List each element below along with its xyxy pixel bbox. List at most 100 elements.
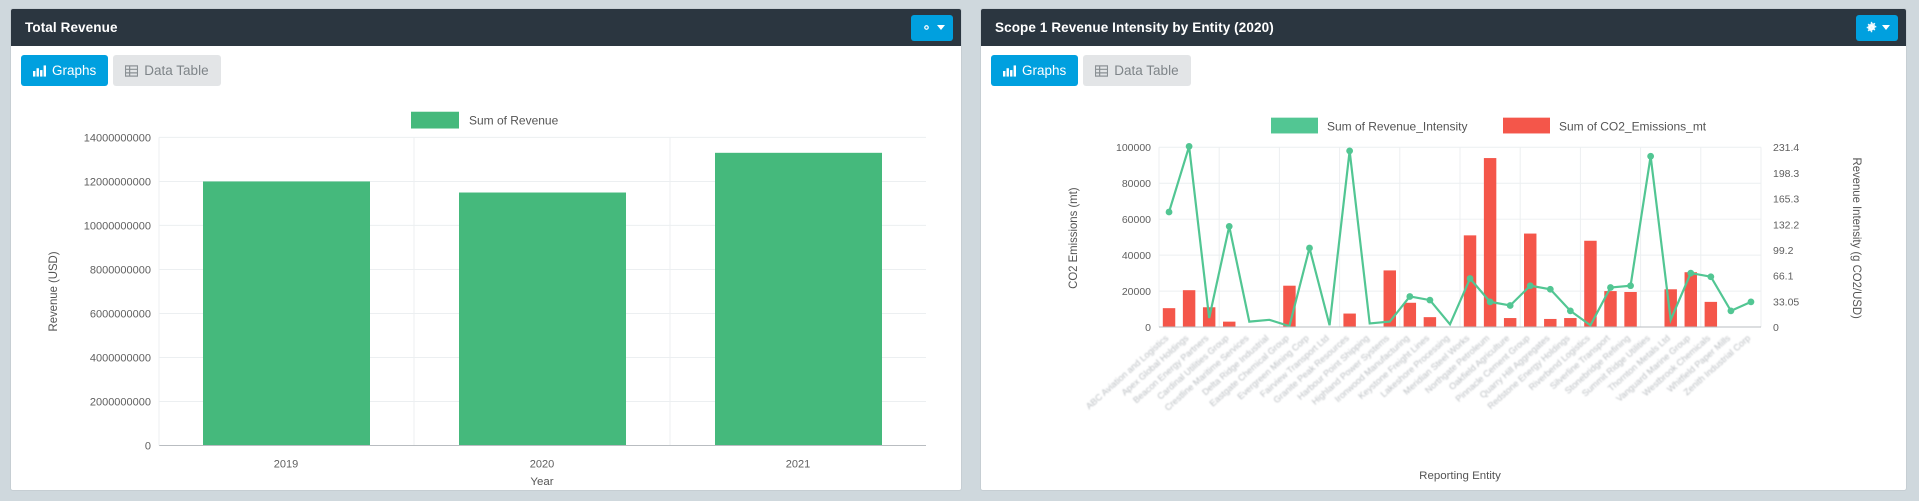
data-point[interactable] (1225, 223, 1233, 230)
tab-data-table[interactable]: Data Table (113, 55, 221, 86)
x-axis-labels: ABC Aviation and LogisticsApex Global Ho… (1084, 333, 1752, 413)
y-tick-label: 14000000000 (84, 132, 151, 144)
y-tick-label: 10000000000 (84, 220, 151, 232)
bar-2021[interactable] (715, 152, 882, 446)
data-point[interactable] (1466, 275, 1474, 282)
bar-co2-emissions[interactable] (1704, 301, 1718, 328)
bar-2019[interactable] (203, 181, 370, 446)
bar-co2-emissions[interactable] (1423, 317, 1437, 328)
bar-chart-icon (1003, 64, 1016, 77)
page-title: Total Revenue (25, 20, 118, 35)
y-axis-left: 14000000000 12000000000 10000000000 8000… (84, 132, 151, 452)
bar-co2-emissions[interactable] (1343, 313, 1356, 328)
bar-2020[interactable] (459, 192, 626, 446)
y2-tick-label: 66.1 (1773, 272, 1794, 283)
bar-co2-emissions[interactable] (1684, 272, 1697, 328)
y-axis-left: 100000 80000 60000 40000 20000 0 (1116, 143, 1151, 334)
chevron-down-icon (936, 25, 945, 30)
y-axis-title: Revenue (USD) (48, 251, 60, 331)
data-point[interactable] (1306, 244, 1313, 252)
data-point[interactable] (1526, 282, 1534, 290)
data-point[interactable] (1687, 269, 1695, 277)
panel-total-revenue: Total Revenue Graphs Data Table Sum of R… (10, 8, 962, 491)
tab-data-table-label: Data Table (1114, 63, 1179, 78)
scope1-intensity-chart[interactable]: Sum of Revenue_Intensity Sum of CO2_Emis… (981, 90, 1906, 490)
bar-co2-emissions[interactable] (1584, 240, 1597, 328)
panel-scope1-intensity: Scope 1 Revenue Intensity by Entity (202… (980, 8, 1907, 491)
y2-tick-label: 132.2 (1773, 220, 1799, 231)
x-axis-title: Year (530, 476, 553, 488)
y-tick-label: 4000000000 (90, 353, 151, 365)
y2-tick-label: 198.3 (1773, 169, 1799, 180)
data-point[interactable] (1406, 293, 1414, 300)
dashboard-root: Total Revenue Graphs Data Table Sum of R… (0, 0, 1919, 501)
y-tick-label: 80000 (1122, 179, 1151, 190)
data-point[interactable] (1506, 302, 1514, 309)
y2-tick-label: 231.4 (1773, 143, 1799, 154)
y2-axis-title: Revenue Intensity (g CO2/USD) (1850, 158, 1862, 319)
x-axis-title: Reporting Entity (1419, 470, 1501, 482)
y-tick-label: 6000000000 (90, 309, 151, 321)
data-point[interactable] (1486, 298, 1494, 306)
data-point[interactable] (1627, 282, 1634, 290)
y2-tick-label: 99.2 (1773, 246, 1794, 257)
y-tick-label: 100000 (1116, 143, 1151, 154)
left-panel-settings-button[interactable] (911, 14, 953, 41)
data-point[interactable] (1707, 273, 1715, 281)
y-tick-label: 0 (145, 441, 151, 453)
tab-graphs[interactable]: Graphs (991, 55, 1079, 86)
bar-co2-emissions[interactable] (1503, 318, 1517, 328)
bar-co2-emissions[interactable] (1182, 290, 1196, 328)
right-panel-toolbar: Graphs Data Table (981, 46, 1906, 90)
x-tick-label: ABC Aviation and Logistics (1084, 333, 1171, 412)
legend-label-co2-emissions: Sum of CO2_Emissions_mt (1559, 120, 1707, 134)
data-point[interactable] (1185, 143, 1193, 150)
tab-graphs-label: Graphs (1022, 63, 1067, 78)
bar-chart-icon (33, 64, 46, 77)
y-tick-label: 40000 (1122, 251, 1151, 262)
bar-co2-emissions[interactable] (1624, 291, 1637, 328)
chevron-down-icon (1881, 25, 1890, 30)
total-revenue-chart[interactable]: Sum of Revenue 14000000000 12000000000 1… (11, 90, 961, 490)
y-tick-label: 2000000000 (90, 397, 151, 409)
bar-co2-emissions[interactable] (1524, 233, 1537, 328)
data-point[interactable] (1566, 307, 1574, 315)
y2-tick-label: 165.3 (1773, 195, 1799, 206)
bar-co2-emissions[interactable] (1162, 308, 1176, 328)
y-axis-title: CO2 Emissions (mt) (1068, 187, 1080, 289)
bar-co2-emissions[interactable] (1564, 318, 1577, 328)
y-axis-right: 231.4 198.3 165.3 132.2 99.2 66.1 33.05 … (1773, 143, 1799, 334)
x-tick-label: 2021 (786, 458, 810, 470)
x-tick-label: 2020 (530, 458, 554, 470)
tab-data-table[interactable]: Data Table (1083, 55, 1191, 86)
right-panel-settings-button[interactable] (1856, 14, 1898, 41)
tab-graphs[interactable]: Graphs (21, 55, 109, 86)
legend-swatch-revenue-intensity (1271, 117, 1318, 134)
bar-co2-emissions[interactable] (1544, 318, 1557, 328)
bar-co2-emissions[interactable] (1223, 321, 1236, 328)
left-panel-toolbar: Graphs Data Table (11, 46, 961, 90)
table-icon (1095, 64, 1109, 77)
y2-tick-label: 0 (1773, 323, 1779, 334)
bar-co2-emissions[interactable] (1403, 302, 1417, 328)
data-point[interactable] (1607, 284, 1614, 291)
data-point[interactable] (1647, 152, 1655, 160)
table-icon (125, 64, 139, 77)
legend-swatch-revenue (411, 111, 459, 129)
page-title: Scope 1 Revenue Intensity by Entity (202… (995, 20, 1274, 35)
bar-co2-emissions[interactable] (1383, 270, 1396, 328)
x-axis-labels: 2019 2020 2021 (274, 458, 810, 470)
data-point[interactable] (1546, 285, 1554, 293)
y-tick-label: 8000000000 (90, 264, 151, 276)
x-tick-label: 2019 (274, 458, 298, 470)
data-point[interactable] (1165, 208, 1173, 216)
data-point[interactable] (1346, 147, 1354, 155)
y2-tick-label: 33.05 (1773, 297, 1799, 308)
data-point[interactable] (1727, 307, 1735, 315)
bars (203, 152, 882, 446)
data-point[interactable] (1426, 296, 1434, 304)
tab-graphs-label: Graphs (52, 63, 97, 78)
data-point[interactable] (1747, 298, 1755, 306)
legend: Sum of Revenue_Intensity Sum of CO2_Emis… (1271, 117, 1707, 134)
legend-label-revenue: Sum of Revenue (469, 114, 559, 128)
